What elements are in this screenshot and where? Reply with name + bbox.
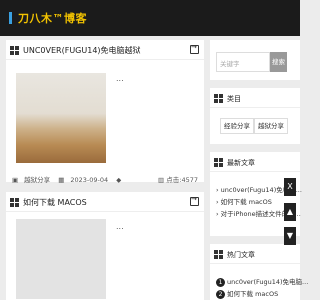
category-tag[interactable]: 经验分享	[220, 118, 254, 134]
post-excerpt: ...	[116, 74, 124, 83]
post-header: 如何下载 MACOS	[6, 192, 204, 212]
grid-icon	[214, 94, 223, 103]
widget-title: 热门文章	[227, 251, 255, 259]
post-views: ▥ 点击:4577	[158, 174, 198, 184]
logo-mark	[9, 12, 12, 24]
grid-icon	[214, 250, 223, 259]
hot-item[interactable]: 2 如何下载 macOS	[216, 288, 308, 300]
widget-title: 类目	[227, 95, 241, 103]
site-header: 刀八木™博客	[0, 0, 300, 36]
views-count: 点击:4577	[166, 176, 198, 184]
post-category[interactable]: 越狱分享	[24, 176, 50, 184]
grid-icon	[10, 198, 19, 207]
open-link-icon[interactable]	[190, 43, 199, 54]
category-icon: ▣	[12, 176, 19, 184]
post-thumbnail[interactable]	[16, 73, 106, 163]
post-excerpt: ...	[116, 222, 124, 231]
scroll-down-button[interactable]: ▼	[284, 227, 296, 245]
grid-icon	[214, 158, 223, 167]
chart-icon: ▥	[158, 176, 165, 184]
post-meta: ▣ 越狱分享 ▦ 2023-09-04 ◆	[12, 174, 127, 184]
widget-header: 类目	[210, 88, 300, 108]
post-date: 2023-09-04	[70, 176, 109, 184]
post-title[interactable]: 如何下载 MACOS	[23, 197, 87, 208]
calendar-icon: ▦	[58, 176, 65, 184]
open-link-icon[interactable]	[190, 195, 199, 206]
hot-item[interactable]: 1 unc0ver(Fugu14)免电脑...	[216, 276, 308, 288]
post-thumbnail[interactable]	[16, 219, 106, 299]
post-header: UNC0VER(FUGU14)免电脑越狱	[6, 40, 204, 60]
post-card: 如何下载 MACOS ...	[6, 192, 204, 300]
widget-header: 最新文章	[210, 152, 300, 172]
site-title[interactable]: 刀八木™博客	[18, 10, 87, 26]
close-button[interactable]: X	[284, 178, 296, 196]
category-tag[interactable]: 越狱分享	[254, 118, 288, 134]
post-title[interactable]: UNC0VER(FUGU14)免电脑越狱	[23, 45, 141, 56]
search-button[interactable]: 搜索	[270, 52, 287, 72]
post-card: UNC0VER(FUGU14)免电脑越狱 ... ▣ 越狱分享 ▦ 2023-09-…	[6, 40, 204, 184]
widget-title: 最新文章	[227, 159, 255, 167]
scroll-up-button[interactable]: ▲	[284, 203, 296, 221]
hot-list: 1 unc0ver(Fugu14)免电脑... 2 如何下载 macOS	[216, 276, 308, 300]
categories-widget: 类目	[210, 88, 300, 144]
tag-icon: ◆	[116, 176, 122, 184]
widget-header: 热门文章	[210, 244, 300, 264]
grid-icon	[10, 46, 19, 55]
search-input[interactable]: 关键字	[216, 52, 270, 72]
